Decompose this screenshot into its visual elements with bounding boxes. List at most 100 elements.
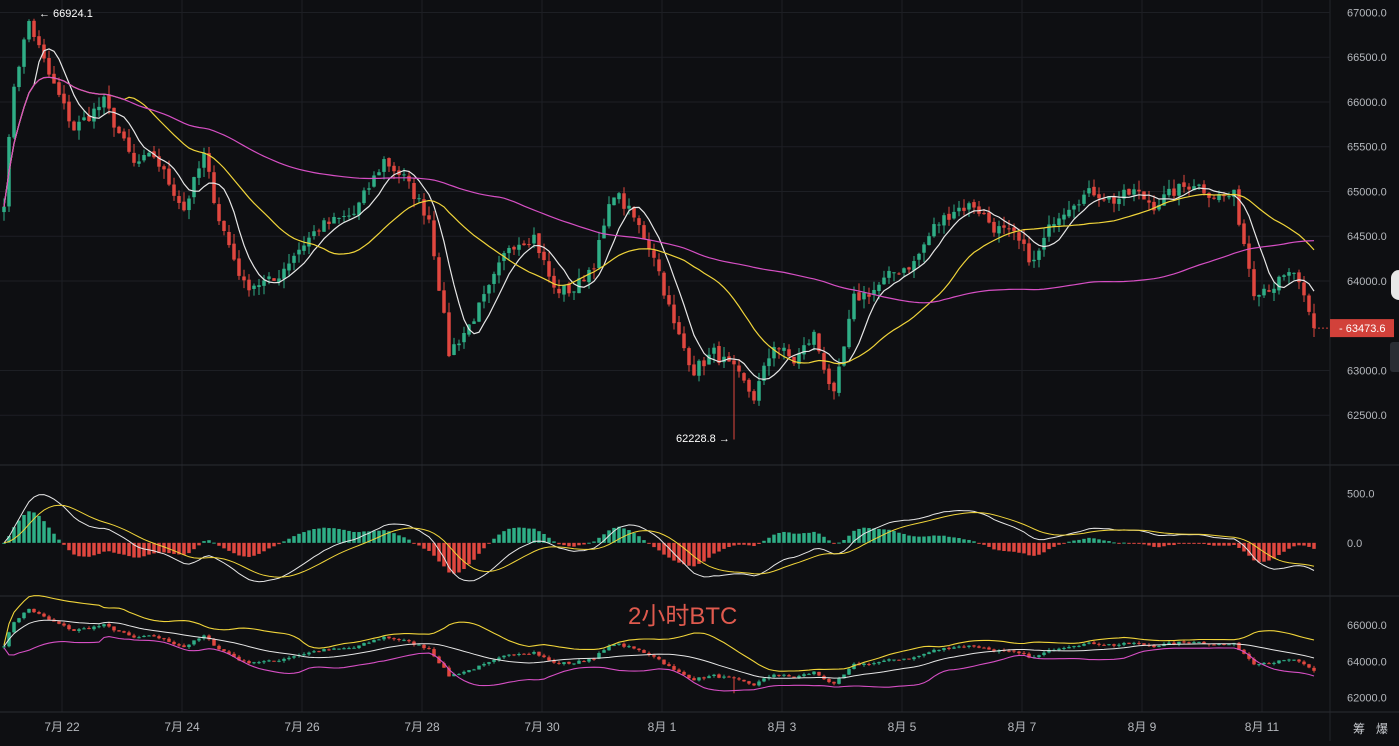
candle-body <box>542 251 546 261</box>
candle-body <box>212 172 216 203</box>
candle-body <box>352 213 356 215</box>
macd-histogram-bar <box>722 542 726 549</box>
x-tick-label: 8月 3 <box>768 720 797 734</box>
mini-candle-body <box>777 674 781 676</box>
macd-histogram-bar <box>362 531 366 543</box>
candle-body <box>427 215 431 220</box>
macd-histogram-bar <box>1082 538 1086 543</box>
candle-body <box>1212 197 1216 199</box>
candle-body <box>862 292 866 300</box>
x-tick-label: 8月 1 <box>648 720 677 734</box>
mini-candle-body <box>1057 648 1061 651</box>
candle-body <box>227 231 231 246</box>
mini-candle-body <box>762 678 766 682</box>
candle-body <box>57 82 61 95</box>
candle-body <box>107 95 111 109</box>
candle-body <box>647 240 651 249</box>
macd-histogram-bar <box>862 527 866 543</box>
fullscreen-icon[interactable]: 爆 <box>1376 720 1388 737</box>
candle-body <box>407 175 411 182</box>
band-tick-label: 66000.0 <box>1347 620 1387 632</box>
candle-body <box>272 278 276 281</box>
mini-candle-body <box>427 648 431 650</box>
candle-body <box>757 381 761 401</box>
candle-body <box>572 291 576 293</box>
macd-histogram-bar <box>202 541 206 543</box>
macd-histogram-bar <box>977 542 981 544</box>
collapse-panel-icon[interactable] <box>1390 342 1399 372</box>
mini-candle-body <box>832 681 836 684</box>
mini-candle-body <box>1297 659 1301 662</box>
macd-histogram-bar <box>262 542 266 552</box>
candle-body <box>1227 196 1231 198</box>
mini-candle-body <box>157 636 161 639</box>
macd-histogram-bar <box>687 542 691 566</box>
mini-candle-body <box>352 647 356 649</box>
macd-histogram-bar <box>1047 542 1051 550</box>
candle-body <box>1112 196 1116 204</box>
macd-histogram-bar <box>127 542 131 557</box>
candle-body <box>1187 186 1191 190</box>
mini-candle-body <box>987 647 991 650</box>
candle-body <box>187 198 191 211</box>
macd-histogram-bar <box>67 542 71 551</box>
candle-body <box>292 255 296 263</box>
candle-body <box>1277 276 1281 291</box>
mini-candle-body <box>142 635 146 638</box>
mini-candle-body <box>512 654 516 656</box>
mini-candle-body <box>667 664 671 667</box>
macd-histogram-bar <box>417 542 421 546</box>
chips-icon[interactable]: 筹 <box>1353 720 1365 737</box>
macd-histogram-bar <box>922 536 926 543</box>
candle-body <box>142 154 146 161</box>
candle-body <box>167 168 171 185</box>
candle-body <box>887 270 891 278</box>
macd-histogram-bar <box>512 527 516 543</box>
macd-histogram-bar <box>562 542 566 546</box>
mini-candle-body <box>517 654 521 656</box>
mini-candle-body <box>477 665 481 670</box>
macd-histogram-bar <box>772 534 776 543</box>
candle-body <box>217 204 221 222</box>
candle-body <box>177 196 181 203</box>
mini-candle-body <box>592 658 596 660</box>
x-tick-label: 8月 11 <box>1245 720 1280 734</box>
mini-candle-body <box>812 671 816 675</box>
macd-histogram-bar <box>592 541 596 543</box>
candle-body <box>697 360 701 376</box>
macd-histogram-bar <box>282 541 286 543</box>
macd-histogram-bar <box>1012 542 1016 552</box>
price-tick-label: 65500.0 <box>1347 142 1387 154</box>
macd-histogram-bar <box>242 542 246 557</box>
candle-body <box>247 279 251 291</box>
candle-body <box>602 225 606 239</box>
candle-body <box>1147 200 1151 203</box>
candle-body <box>302 245 306 251</box>
candle-body <box>952 211 956 219</box>
candle-body <box>662 272 666 296</box>
macd-histogram-bar <box>42 521 46 543</box>
mini-candle-body <box>722 676 726 678</box>
mini-candle-body <box>942 648 946 651</box>
mini-candle-body <box>47 616 51 620</box>
mini-candle-body <box>62 623 66 626</box>
side-panel-handle-icon[interactable] <box>1391 270 1399 300</box>
candle-body <box>1127 188 1131 195</box>
candle-body <box>362 190 366 204</box>
macd-histogram-bar <box>987 542 991 547</box>
macd-histogram-bar <box>762 540 766 543</box>
macd-histogram-bar <box>892 531 896 543</box>
candle-body <box>332 216 336 224</box>
macd-histogram-bar <box>192 542 196 550</box>
macd-histogram-bar <box>137 542 141 558</box>
macd-histogram-bar <box>1122 542 1126 544</box>
macd-histogram-bar <box>487 542 491 544</box>
macd-histogram-bar <box>842 540 846 543</box>
macd-histogram-bar <box>27 511 31 543</box>
macd-histogram-bar <box>952 537 956 543</box>
macd-histogram-bar <box>1152 542 1156 547</box>
candle-body <box>702 360 706 367</box>
macd-histogram-bar <box>1052 542 1056 547</box>
mini-candle-body <box>1302 661 1306 665</box>
mini-candle-body <box>567 661 571 664</box>
